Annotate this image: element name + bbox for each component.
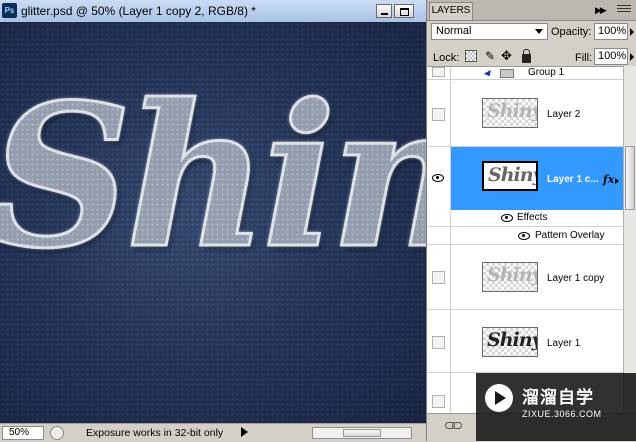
- panel-tab-bar: LAYERS ▶▶: [427, 0, 636, 21]
- visibility-box[interactable]: [432, 271, 445, 284]
- visibility-box[interactable]: [432, 67, 445, 77]
- panel-menu-icon[interactable]: [617, 5, 631, 15]
- fill-slider-arrow-icon[interactable]: [630, 53, 634, 61]
- visibility-toggle[interactable]: [427, 310, 451, 372]
- layer-row-layer-1-copy[interactable]: Shiny Layer 1 copy: [427, 245, 623, 310]
- watermark: 溜溜自学 ZIXUE.3066.COM: [476, 373, 636, 441]
- scrollbar-thumb[interactable]: [625, 146, 635, 210]
- restore-button[interactable]: [394, 4, 414, 18]
- lock-transparency-icon[interactable]: [465, 50, 477, 62]
- visibility-toggle[interactable]: [427, 67, 451, 79]
- folder-icon: [500, 69, 514, 78]
- expand-effects-icon[interactable]: [615, 178, 619, 184]
- photoshop-icon: Ps: [2, 3, 17, 18]
- canvas[interactable]: Shiny: [0, 22, 426, 423]
- scrollbar-thumb[interactable]: [343, 429, 381, 437]
- pattern-overlay-label: Pattern Overlay: [535, 230, 605, 241]
- pattern-overlay-row[interactable]: Pattern Overlay: [427, 227, 623, 245]
- glitter-texture: [0, 22, 426, 423]
- visibility-toggle[interactable]: [427, 81, 451, 146]
- thumbnail-text: Shiny: [488, 164, 538, 186]
- opacity-input[interactable]: 100%: [594, 23, 628, 40]
- status-info-icon[interactable]: [50, 426, 64, 440]
- layers-scrollbar[interactable]: [623, 66, 636, 413]
- lock-image-icon[interactable]: ✎: [485, 50, 497, 62]
- lock-label: Lock:: [433, 52, 460, 64]
- layers-list: Group 1 Shiny Layer 2 Shiny Layer 1 c...…: [427, 66, 623, 414]
- layer-name: Layer 1 copy: [547, 273, 605, 284]
- watermark-subtitle: ZIXUE.3066.COM: [522, 409, 602, 419]
- tab-layers[interactable]: LAYERS: [429, 2, 473, 20]
- visibility-toggle[interactable]: [427, 210, 451, 226]
- chevron-down-icon[interactable]: [535, 29, 543, 34]
- link-layers-icon[interactable]: [445, 422, 463, 431]
- layer-name: Layer 1: [547, 338, 581, 349]
- layer-row-layer-1[interactable]: Shiny Layer 1: [427, 310, 623, 373]
- status-bar: 50% Exposure works in 32-bit only: [0, 423, 426, 442]
- blend-mode-select[interactable]: Normal: [431, 23, 548, 40]
- fill-label: Fill:: [575, 52, 593, 64]
- layer-name: Group 1: [528, 67, 565, 78]
- visibility-toggle[interactable]: [427, 147, 451, 210]
- document-title-bar[interactable]: Ps glitter.psd @ 50% (Layer 1 copy 2, RG…: [0, 0, 426, 23]
- lock-all-icon[interactable]: [522, 49, 531, 63]
- visibility-box[interactable]: [432, 336, 445, 349]
- visibility-box[interactable]: [432, 395, 445, 408]
- visibility-toggle[interactable]: [427, 227, 451, 244]
- visibility-box[interactable]: [432, 108, 445, 121]
- document-title: glitter.psd @ 50% (Layer 1 copy 2, RGB/8…: [21, 4, 256, 18]
- opacity-label: Opacity:: [551, 26, 592, 38]
- layer-row-layer-2[interactable]: Shiny Layer 2: [427, 81, 623, 147]
- layer-row-group-1[interactable]: Group 1: [427, 67, 623, 80]
- visibility-toggle[interactable]: [427, 245, 451, 309]
- collapse-panel-icon[interactable]: ▶▶: [595, 5, 607, 16]
- horizontal-scrollbar[interactable]: [312, 427, 412, 439]
- play-logo-icon: [485, 384, 513, 412]
- fx-icon[interactable]: fx: [603, 173, 614, 186]
- layer-thumbnail: Shiny: [482, 98, 538, 128]
- layer-thumbnail: Shiny: [482, 161, 538, 191]
- eye-icon[interactable]: [432, 174, 444, 182]
- thumbnail-text: Shiny: [487, 329, 538, 351]
- opacity-slider-arrow-icon[interactable]: [630, 28, 634, 36]
- lock-position-icon[interactable]: ✥: [501, 49, 513, 62]
- expand-triangle-icon[interactable]: [483, 69, 494, 79]
- layer-name: Layer 2: [547, 109, 581, 120]
- watermark-title: 溜溜自学: [522, 388, 594, 408]
- layer-row-layer-1-copy-2[interactable]: Shiny Layer 1 c... fx: [427, 147, 623, 210]
- zoom-field[interactable]: 50%: [2, 426, 44, 440]
- effects-row[interactable]: Effects: [427, 210, 623, 227]
- eye-icon[interactable]: [518, 232, 530, 240]
- layer-thumbnail: Shiny: [482, 327, 538, 357]
- minimize-button[interactable]: [376, 4, 392, 18]
- status-text: Exposure works in 32-bit only: [86, 427, 224, 439]
- layer-name: Layer 1 c...: [547, 174, 599, 185]
- eye-icon[interactable]: [501, 214, 513, 222]
- layer-thumbnail: Shiny: [482, 262, 538, 292]
- effects-label: Effects: [517, 212, 548, 223]
- thumbnail-text: Shiny: [487, 264, 538, 286]
- status-menu-arrow-icon[interactable]: [241, 427, 248, 437]
- visibility-toggle[interactable]: [427, 373, 451, 414]
- fill-input[interactable]: 100%: [594, 48, 628, 65]
- thumbnail-text: Shiny: [487, 100, 538, 122]
